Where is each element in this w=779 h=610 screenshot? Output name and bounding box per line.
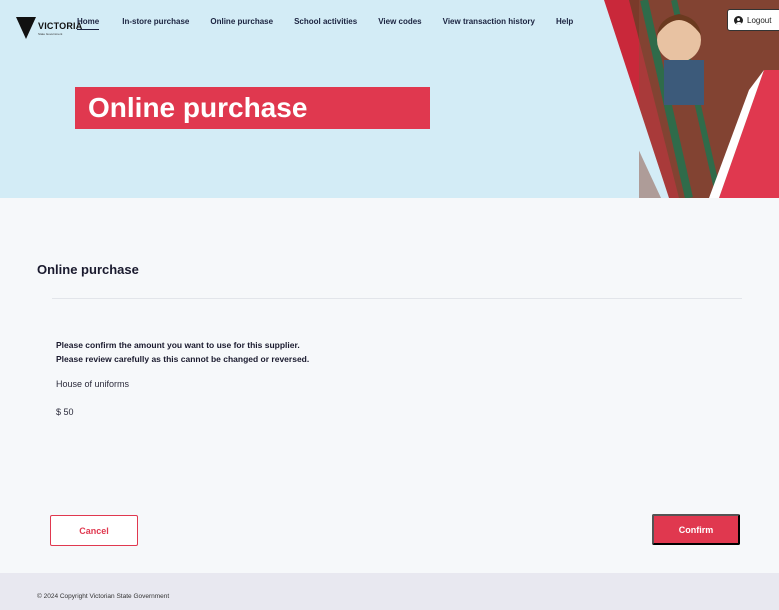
hero-title: Online purchase [75, 87, 430, 129]
cancel-button[interactable]: Cancel [50, 515, 138, 546]
confirm-line-2: Please review carefully as this cannot b… [56, 354, 310, 364]
divider [52, 298, 742, 299]
confirm-line-1: Please confirm the amount you want to us… [56, 340, 300, 350]
supplier-name: House of uniforms [56, 379, 130, 389]
copyright-text: © 2024 Copyright Victorian State Governm… [37, 593, 170, 600]
victoria-logo[interactable]: VICTORIA State Government [16, 15, 82, 39]
nav-in-store-purchase[interactable]: In-store purchase [122, 17, 189, 26]
nav-school-activities[interactable]: School activities [294, 17, 357, 26]
nav-home[interactable]: Home [77, 17, 100, 30]
victoria-triangle-icon [16, 17, 36, 39]
main-nav: Home In-store purchase Online purchase S… [77, 17, 595, 30]
main-content: Online purchase Please confirm the amoun… [0, 198, 779, 573]
logout-label: Logout [747, 15, 772, 25]
footer: © 2024 Copyright Victorian State Governm… [0, 573, 779, 610]
user-circle-icon [734, 15, 743, 25]
nav-view-transaction-history[interactable]: View transaction history [443, 17, 535, 26]
section-title: Online purchase [37, 262, 139, 277]
confirmation-message: Please confirm the amount you want to us… [56, 338, 309, 366]
nav-online-purchase[interactable]: Online purchase [210, 17, 273, 26]
hero-banner: VICTORIA State Government Home In-store … [0, 0, 779, 198]
logo-subtext: State Government [38, 32, 63, 36]
nav-view-codes[interactable]: View codes [378, 17, 421, 26]
purchase-amount: $ 50 [56, 407, 74, 417]
logo-text: VICTORIA [38, 21, 83, 31]
confirm-button[interactable]: Confirm [652, 514, 740, 545]
logout-button[interactable]: Logout [727, 9, 779, 31]
